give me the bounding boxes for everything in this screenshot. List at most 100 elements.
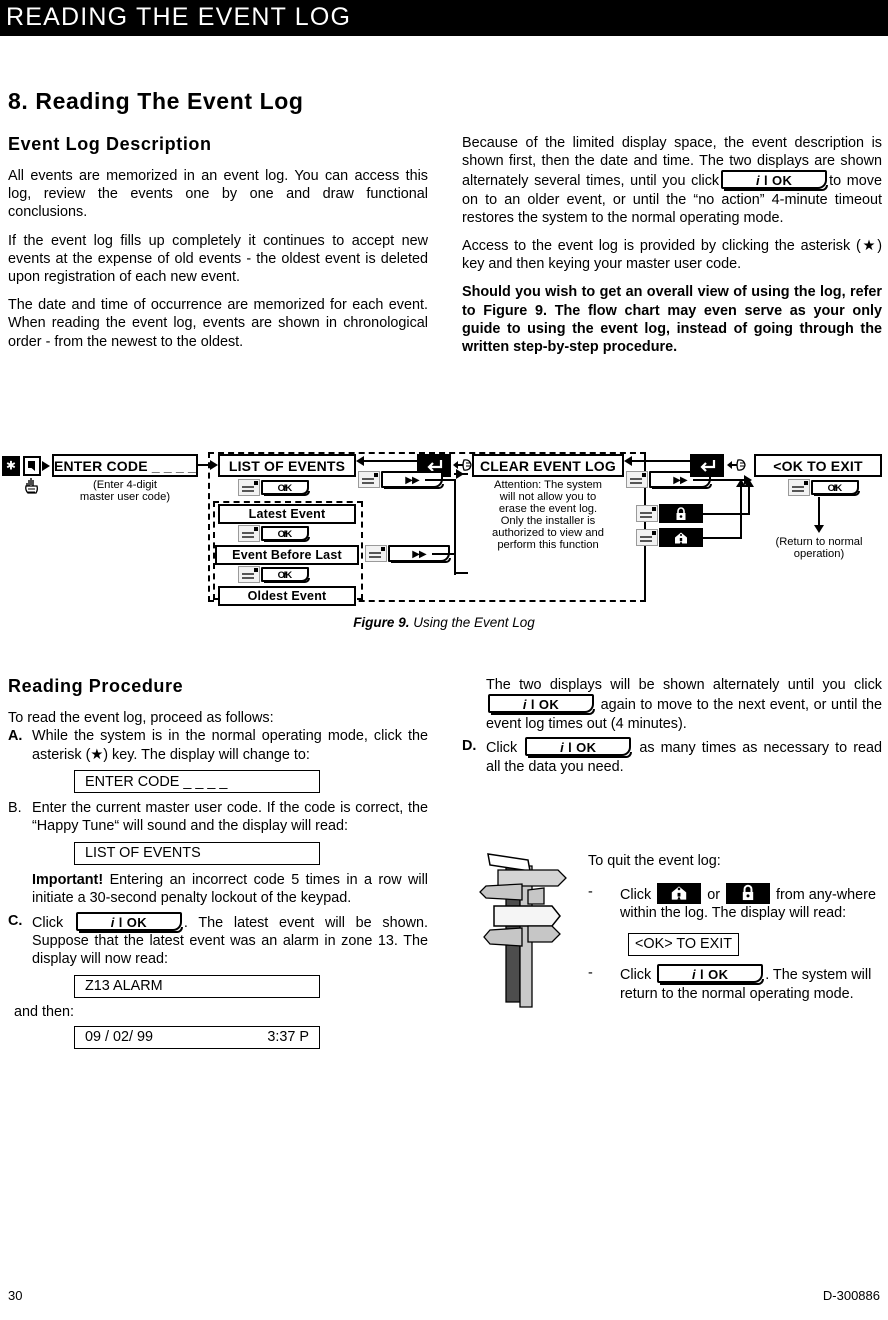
display-page-icon-4: [365, 545, 387, 562]
arrow-enter-code-to-list: [210, 460, 218, 470]
line-away-arm-up: [748, 486, 750, 514]
figure-caption-text: Using the Event Log: [413, 615, 535, 630]
step-c-text: Click i l OK. The latest event will be s…: [32, 911, 428, 969]
ok-key-mini-2[interactable]: i l OK: [261, 526, 310, 542]
clear-note-line3: erase the event log.: [498, 503, 598, 515]
display-page-icon-9: [788, 479, 810, 496]
click-away-arm[interactable]: [636, 504, 703, 523]
column-right-bottom: The two displays will be shown alternate…: [462, 676, 882, 778]
display-page-icon-3: [238, 566, 260, 583]
chapter-title: 8. Reading The Event Log: [8, 88, 304, 114]
important-note: Important! Entering an incorrect code 5 …: [32, 871, 428, 908]
page-number: 30: [8, 1288, 23, 1303]
quit-step-2-text: Click i l OK. The system will return to …: [620, 964, 884, 1003]
lcd-ok-to-exit: <OK TO EXIT: [754, 454, 882, 477]
lcd-enter-code: ENTER CODE _ _ _ _: [52, 454, 198, 477]
figure-9-flowchart: ✱ ENTER CODE _ _ _ _ (Enter 4-digit mast…: [0, 452, 888, 652]
display-date: 09 / 02/ 99: [85, 1029, 154, 1046]
click-ok-to-latest[interactable]: i l OK: [238, 479, 310, 496]
figure-caption-label: Figure 9.: [353, 615, 410, 630]
line-home-arm-up: [740, 486, 742, 538]
step-b-text: Enter the current master user code. If t…: [32, 800, 428, 835]
line-list-next-right: [425, 479, 455, 481]
reading-procedure-intro: To read the event log, proceed as follow…: [8, 710, 274, 726]
ok-key-inline-d[interactable]: i l OK: [525, 737, 633, 759]
clear-note-line4: Only the installer is: [500, 515, 596, 527]
svg-text:✱: ✱: [6, 461, 16, 472]
display-page-icon-7: [636, 505, 658, 522]
next-key-start[interactable]: [23, 456, 41, 476]
quit-event-log-section: To quit the event log: - Click or from a…: [588, 852, 884, 1008]
display-z13-alarm: Z13 ALARM: [74, 974, 320, 998]
ok-key-mini-1[interactable]: i l OK: [261, 480, 310, 496]
ok-key-ok-glyph: OK: [772, 173, 793, 189]
line-exit-down: [818, 497, 820, 527]
display-page-icon: [238, 479, 260, 496]
paragraph-1: All events are memorized in an event log…: [8, 168, 428, 221]
step-a-text: While the system is in the normal operat…: [32, 728, 428, 763]
ok-key-i-d: i: [560, 740, 565, 756]
paragraph-2: If the event log fills up completely it …: [8, 232, 428, 286]
ok-key-i-glyph: i: [755, 173, 760, 189]
document-number: D-300886: [822, 1288, 880, 1303]
ok-key-ok-r1: OK: [538, 697, 560, 713]
step-b: B. Enter the current master user code. I…: [8, 799, 428, 836]
pointing-hand-icon: [24, 477, 40, 501]
important-label: Important!: [32, 871, 104, 888]
quit-q1-mid: or: [707, 886, 720, 903]
ok-key-bar-r1: l: [530, 697, 535, 713]
clear-note-line2: will not allow you to: [499, 491, 597, 503]
pointing-hand-icon-3: [726, 457, 746, 478]
lcd-clear-event-log: CLEAR EVENT LOG: [472, 454, 624, 477]
quit-title: To quit the event log:: [588, 853, 721, 869]
ok-mini-ok-2: OK: [277, 529, 293, 540]
section-heading-event-log-description: Event Log Description: [8, 134, 212, 154]
line-into-clear-horiz: [454, 572, 468, 574]
click-ok-exit[interactable]: i l OK: [788, 479, 860, 496]
quit-q1-pre: Click: [620, 886, 652, 903]
ok-key-inline-q2[interactable]: i l OK: [657, 964, 765, 986]
figure-caption: Figure 9. Using the Event Log: [0, 615, 888, 630]
lcd-event-before-last: Event Before Last: [215, 545, 359, 565]
return-key-2[interactable]: [690, 454, 724, 477]
paragraph-3: The date and time of occurrence are memo…: [8, 297, 428, 350]
right-paragraph-text: The two displays will be shown alternate…: [486, 676, 882, 733]
click-ok-to-oldest[interactable]: i l OK: [238, 566, 310, 583]
right-p1-a: The two displays will be shown alternate…: [486, 677, 882, 693]
return-note-line2: operation): [793, 548, 845, 560]
return-note-line1: (Return to normal: [775, 536, 863, 548]
step-c: C. Click i l OK. The latest event will b…: [8, 911, 428, 969]
step-d-text: Click i l OK as many times as necessary …: [486, 737, 882, 776]
clear-note-line6: perform this function: [497, 539, 599, 551]
click-ok-to-before-last[interactable]: i l OK: [238, 525, 310, 542]
column-left-bottom: Reading Procedure To read the event log,…: [8, 676, 428, 1055]
display-page-icon-6: [626, 471, 648, 488]
signpost-illustration: [470, 852, 580, 1017]
click-home-arm[interactable]: [636, 528, 703, 547]
ok-key-inline-r1[interactable]: i l OK: [488, 694, 595, 716]
line-loop-to-clear: [628, 460, 690, 462]
note-enter-code-line2: master user code): [79, 491, 171, 503]
display-list-of-events: LIST OF EVENTS: [74, 841, 320, 865]
display-time: 3:37 P: [267, 1029, 309, 1046]
lock-arm-key-inline[interactable]: [725, 882, 770, 904]
ok-key-mini-4[interactable]: i l OK: [811, 480, 860, 496]
home-arm-key-inline[interactable]: [657, 882, 702, 904]
clear-note-line5: authorized to view and: [492, 527, 604, 539]
lock-arm-key[interactable]: [659, 504, 703, 523]
lcd-oldest-event: Oldest Event: [218, 586, 356, 606]
line-home-arm-right: [700, 537, 742, 539]
step-d-letter: D.: [462, 738, 477, 755]
step-b-letter: B.: [8, 800, 22, 817]
ok-key-mini-3[interactable]: i l OK: [261, 567, 310, 583]
paragraph-5: Access to the event log is provided by c…: [462, 238, 882, 273]
display-page-icon-5: [358, 471, 380, 488]
home-arm-key[interactable]: [659, 528, 703, 547]
and-then-label: and then:: [14, 1003, 75, 1020]
ok-key-inline-c[interactable]: i l OK: [75, 911, 183, 933]
asterisk-key[interactable]: ✱: [2, 456, 20, 476]
note-enter-code-line1: (Enter 4-digit: [92, 479, 158, 491]
ok-key-inline[interactable]: i l OK: [721, 170, 829, 192]
ok-key-ok-d: OK: [576, 740, 597, 756]
step-d-pre: Click: [486, 740, 518, 757]
